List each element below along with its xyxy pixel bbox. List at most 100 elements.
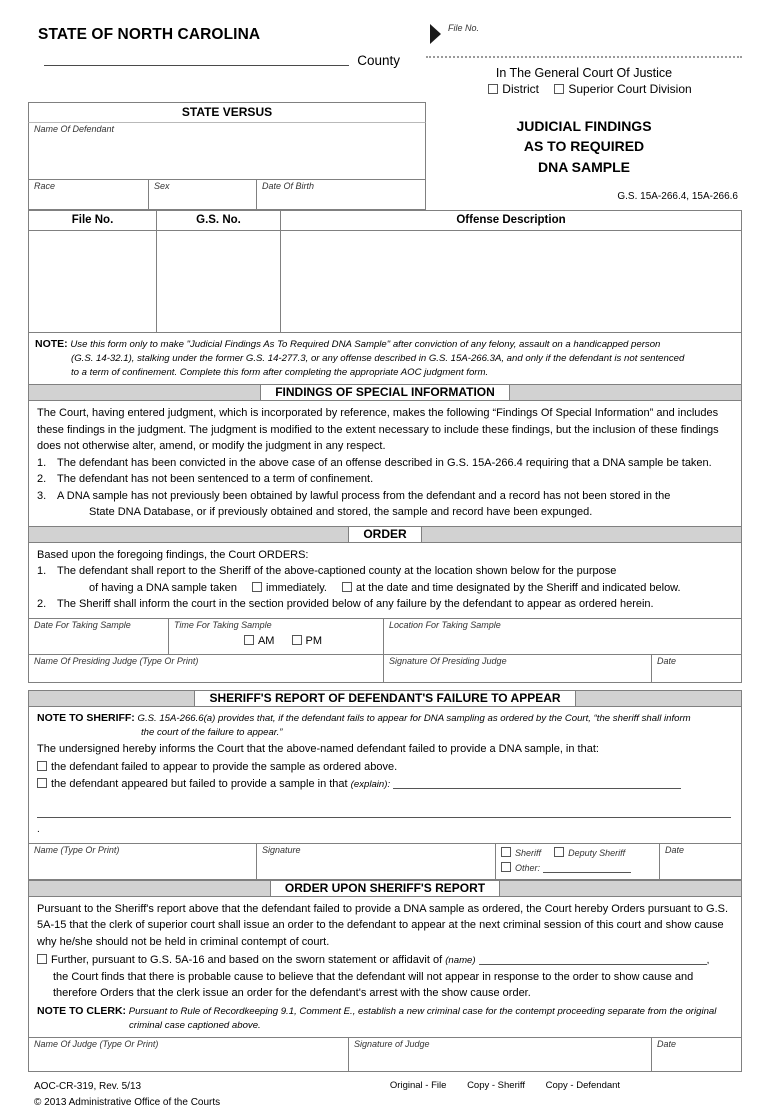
scheduled-checkbox[interactable]: [342, 581, 353, 592]
district-label: District: [502, 82, 539, 96]
sheriff-band-spacer-left: [29, 691, 194, 706]
sheriff-option-1: the defendant failed to appear to provid…: [37, 758, 733, 776]
order-upon-report-band-label: ORDER UPON SHERIFF'S REPORT: [269, 880, 501, 896]
final-judge-signature-field[interactable]: Signature of Judge: [349, 1038, 652, 1073]
form-note-text1: Use this form only to make "Judicial Fin…: [70, 339, 661, 350]
pm-checkbox[interactable]: [291, 634, 302, 645]
immediately-label: immediately.: [266, 581, 327, 594]
explain-input-line2[interactable]: [37, 807, 731, 818]
final-judge-row: Name Of Judge (Type Or Print) Signature …: [28, 1037, 742, 1073]
scheduled-label: at the date and time designated by the S…: [356, 581, 681, 594]
failed-to-appear-checkbox[interactable]: [37, 760, 47, 771]
form-note-line1: NOTE: Use this form only to make "Judici…: [35, 337, 735, 352]
role-sheriff-checkbox[interactable]: [501, 846, 511, 857]
findings-list: 1. The defendant has been convicted in th…: [37, 455, 733, 521]
triangle-pointer-icon: [430, 24, 441, 44]
sheriff-date-label: Date: [665, 844, 685, 855]
defendant-name-label: Name Of Defendant: [34, 124, 115, 134]
sheriff-report-section: NOTE TO SHERIFF: G.S. 15A-266.6(a) provi…: [28, 706, 742, 843]
copyright-notice: © 2013 Administrative Office of the Cour…: [34, 1096, 221, 1108]
order-upon-report-paragraph: Pursuant to the Sheriff's report above t…: [37, 902, 729, 948]
defendant-name-field[interactable]: Name Of Defendant: [28, 122, 426, 180]
dob-field[interactable]: Date Of Birth: [257, 180, 426, 210]
presiding-judge-date-label: Date: [657, 655, 677, 666]
further-order-checkbox[interactable]: [37, 954, 47, 965]
time-for-sample-field[interactable]: Time For Taking Sample AM PM: [169, 618, 384, 655]
order-band-spacer-left: [29, 527, 348, 542]
form-note-label: NOTE:: [35, 338, 68, 350]
am-checkbox[interactable]: [243, 634, 254, 645]
location-for-sample-field[interactable]: Location For Taking Sample: [384, 618, 742, 655]
county-input[interactable]: [44, 53, 350, 66]
form-note: NOTE: Use this form only to make "Judici…: [28, 333, 742, 385]
sheriff-note-label: NOTE TO SHERIFF:: [37, 711, 135, 724]
sheriff-band-spacer-right: [576, 691, 741, 706]
further-order-cont1: the Court finds that there is probable c…: [53, 970, 694, 983]
order-intro: Based upon the foregoing findings, the C…: [37, 548, 309, 561]
findings-item-1-text: The defendant has been convicted in the …: [57, 456, 712, 469]
immediately-checkbox[interactable]: [252, 581, 263, 592]
final-judge-date-field[interactable]: Date: [652, 1038, 742, 1073]
document-title-line3: DNA SAMPLE: [537, 158, 631, 175]
sheriff-signature-field[interactable]: Signature: [257, 843, 496, 880]
sheriff-role-group: Sheriff Deputy Sheriff Other:: [496, 843, 660, 880]
final-judge-name-field[interactable]: Name Of Judge (Type Or Print): [29, 1038, 349, 1073]
failed-to-appear-label: the defendant failed to appear to provid…: [51, 760, 398, 773]
distribution-copy-defendant: Copy - Defendant: [545, 1080, 621, 1092]
form-sheet: STATE OF NORTH CAROLINA County File No. …: [28, 22, 742, 1110]
sheriff-role-row1: Sheriff Deputy Sheriff: [501, 846, 654, 859]
order-band-label: ORDER: [348, 526, 422, 542]
race-field[interactable]: Race: [29, 180, 149, 210]
sheriff-role-row2: Other:: [501, 859, 654, 874]
county-line: County: [28, 44, 426, 68]
role-deputy-checkbox[interactable]: [554, 846, 565, 857]
sheriff-report-intro: The undersigned hereby informs the Court…: [37, 743, 599, 756]
explain-input-line1[interactable]: [393, 778, 682, 790]
sheriff-date-field[interactable]: Date: [660, 843, 742, 880]
presiding-judge-signature-field[interactable]: Signature Of Presiding Judge: [384, 654, 652, 683]
presiding-judge-date-field[interactable]: Date: [652, 654, 742, 683]
column-header-file-no: File No.: [29, 211, 157, 231]
appeared-no-sample-checkbox[interactable]: [37, 778, 47, 789]
offense-gs-no-cell[interactable]: [157, 231, 281, 333]
statute-citation: G.S. 15A-266.4, 15A-266.6: [617, 190, 738, 202]
sheriff-name-field[interactable]: Name (Type Or Print): [29, 843, 257, 880]
form-header: STATE OF NORTH CAROLINA County File No. …: [28, 22, 742, 102]
offense-description-cell[interactable]: [281, 231, 742, 333]
order-item-1-line2-text: of having a DNA sample taken: [89, 581, 237, 594]
explain-line2-wrap: .: [37, 793, 733, 838]
findings-item-2-number: 2.: [37, 473, 47, 486]
order-upon-report-band: ORDER UPON SHERIFF'S REPORT: [28, 879, 742, 897]
file-no-box[interactable]: File No.: [426, 22, 742, 58]
district-checkbox[interactable]: [488, 84, 499, 94]
presiding-judge-name-field[interactable]: Name Of Presiding Judge (Type Or Print): [29, 654, 384, 683]
role-other-label: Other:: [515, 862, 541, 873]
superior-checkbox[interactable]: [554, 84, 565, 94]
role-other-checkbox[interactable]: [501, 861, 511, 872]
date-for-sample-label: Date For Taking Sample: [34, 619, 131, 630]
superior-label: Superior Court Division: [568, 82, 692, 96]
dob-label: Date Of Birth: [262, 181, 315, 191]
document-title-line1: JUDICIAL FINDINGS: [516, 118, 652, 134]
document-title-line2: AS TO REQUIRED: [523, 138, 645, 155]
offense-file-no-cell[interactable]: [29, 231, 157, 333]
file-no-label: File No.: [448, 23, 480, 33]
sheriff-signature-row: Name (Type Or Print) Signature Sheriff D…: [28, 842, 742, 880]
date-for-sample-field[interactable]: Date For Taking Sample: [29, 618, 169, 655]
location-for-sample-label: Location For Taking Sample: [389, 619, 501, 630]
findings-item-3-text: A DNA sample has not previously been obt…: [57, 489, 671, 502]
order-report-band-spacer-right: [500, 881, 741, 896]
order-item-1-line1: The defendant shall report to the Sherif…: [57, 565, 617, 578]
further-order-name-input[interactable]: [478, 954, 707, 966]
clerk-note-label: NOTE TO CLERK:: [37, 1004, 127, 1017]
band-spacer-right: [510, 385, 741, 400]
role-other-input[interactable]: [543, 862, 632, 873]
appeared-no-sample-explain-label: (explain):: [350, 779, 391, 791]
sex-field[interactable]: Sex: [149, 180, 257, 210]
final-judge-name-label: Name Of Judge (Type Or Print): [34, 1039, 159, 1050]
findings-band: FINDINGS OF SPECIAL INFORMATION: [28, 384, 742, 402]
clerk-note: NOTE TO CLERK: Pursuant to Rule of Recor…: [37, 1002, 733, 1033]
findings-item-1: 1. The defendant has been convicted in th…: [37, 455, 733, 472]
clerk-note-text: Pursuant to Rule of Recordkeeping 9.1, C…: [128, 1005, 717, 1031]
order-item-2: 2. The Sheriff shall inform the court in …: [37, 596, 733, 613]
